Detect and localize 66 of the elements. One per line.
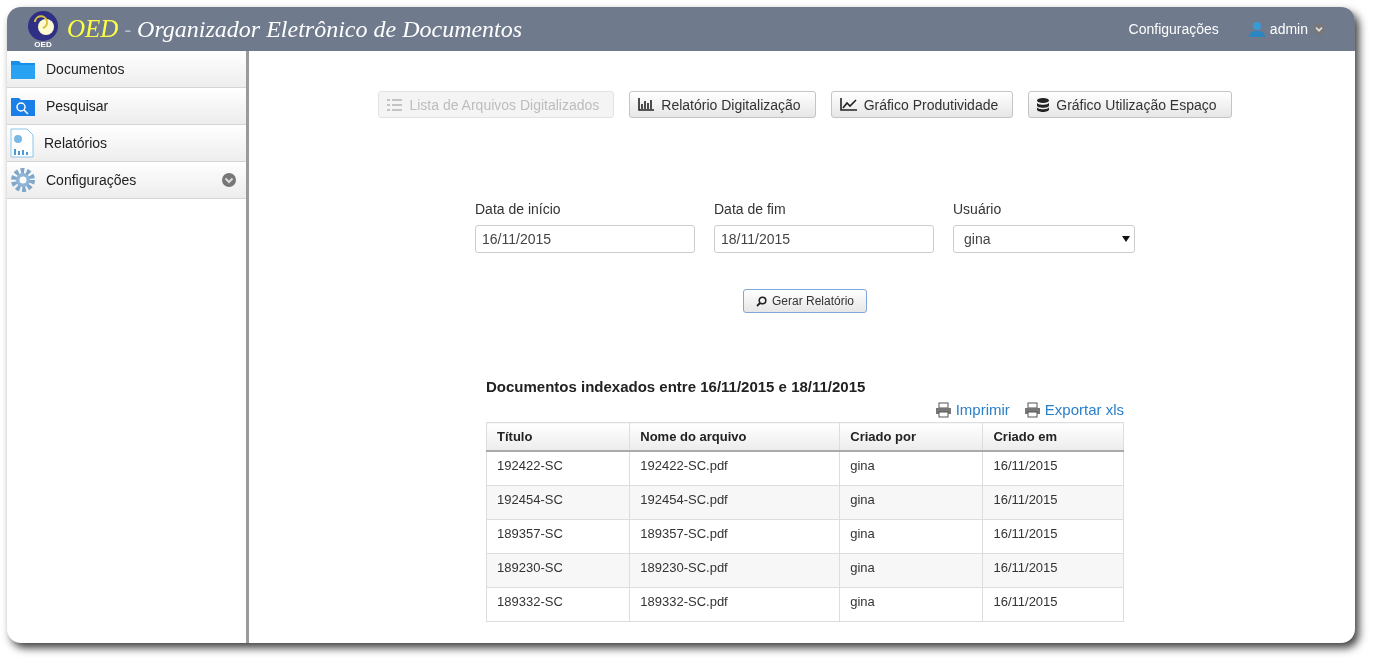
table-cell: 189332-SC.pdf	[629, 587, 840, 622]
sidebar-item[interactable]: Configurações	[7, 162, 246, 199]
sidebar-label: Relatórios	[44, 135, 109, 151]
table-cell: gina	[839, 451, 983, 486]
database-icon	[1037, 97, 1050, 112]
table-cell: 16/11/2015	[982, 485, 1124, 520]
table-cell: 189332-SC	[486, 587, 630, 622]
table-cell: 189357-SC.pdf	[629, 519, 840, 554]
table-cell: 192422-SC.pdf	[629, 451, 840, 486]
search-folder-icon	[10, 95, 36, 117]
bar-chart-icon	[638, 98, 655, 111]
sidebar-label: Pesquisar	[46, 98, 110, 114]
chevron-down-icon	[1313, 23, 1325, 35]
export-link[interactable]: Imprimir	[934, 401, 1010, 418]
sidebar-label: Documentos	[46, 61, 126, 77]
chevron-down-icon	[222, 173, 236, 187]
table-cell: 192422-SC	[486, 451, 630, 486]
table-cell: gina	[839, 587, 983, 622]
export-link[interactable]: Exportar xls	[1023, 401, 1124, 418]
table-cell: gina	[839, 553, 983, 588]
table-cell: 192454-SC.pdf	[629, 485, 840, 520]
field-label: Data de fim	[714, 201, 787, 217]
generate-report-button[interactable]: Gerar Relatório	[743, 289, 867, 313]
report-button[interactable]: Relatório Digitalização	[629, 91, 816, 118]
user-select[interactable]: gina	[953, 225, 1135, 253]
settings-link[interactable]: Configurações	[1128, 21, 1219, 37]
line-chart-icon	[839, 98, 857, 111]
table-cell: gina	[839, 485, 983, 520]
field-label: Data de início	[475, 201, 562, 217]
table-cell: 16/11/2015	[982, 553, 1124, 588]
table-cell: 16/11/2015	[982, 519, 1124, 554]
column-header: Criado em	[982, 422, 1124, 451]
printer-icon	[1023, 401, 1041, 418]
title-separator: -	[124, 17, 132, 41]
table-cell: 189230-SC	[486, 553, 630, 588]
report-icon	[10, 128, 34, 158]
printer-icon	[934, 401, 952, 418]
field-label: Usuário	[953, 201, 1003, 217]
table-cell: gina	[839, 519, 983, 554]
column-header: Nome do arquivo	[629, 422, 840, 451]
sidebar-item[interactable]: Pesquisar	[7, 88, 246, 125]
logo-text: OED	[34, 39, 52, 49]
column-header: Título	[486, 422, 630, 451]
table-cell: 192454-SC	[486, 485, 630, 520]
results-heading: Documentos indexados entre 16/11/2015 e 18/11/2015	[486, 378, 867, 395]
report-button[interactable]: Gráfico Produtividade	[830, 91, 1014, 118]
table-cell: 189357-SC	[486, 519, 630, 554]
table-cell: 189230-SC.pdf	[629, 553, 840, 588]
user-menu[interactable]: admin	[1248, 21, 1325, 37]
user-icon	[1248, 21, 1265, 37]
folder-icon	[10, 58, 36, 80]
table-cell: 16/11/2015	[982, 451, 1124, 486]
app-title: Organizador Eletrônico de Documentos	[137, 15, 523, 43]
sidebar-label: Configurações	[46, 172, 138, 188]
table-cell: 16/11/2015	[982, 587, 1124, 622]
column-header: Criado por	[839, 422, 983, 451]
search-icon	[756, 295, 767, 307]
sidebar-item[interactable]: Relatórios	[7, 125, 246, 162]
list-icon	[387, 98, 403, 111]
date-input[interactable]: 18/11/2015	[714, 225, 934, 253]
report-button[interactable]: Gráfico Utilização Espaço	[1028, 91, 1232, 118]
date-input[interactable]: 16/11/2015	[475, 225, 695, 253]
brand-name: OED	[67, 15, 119, 43]
gear-icon	[10, 167, 36, 193]
sidebar-item[interactable]: Documentos	[7, 51, 246, 88]
dropdown-arrow-icon	[1122, 236, 1130, 242]
